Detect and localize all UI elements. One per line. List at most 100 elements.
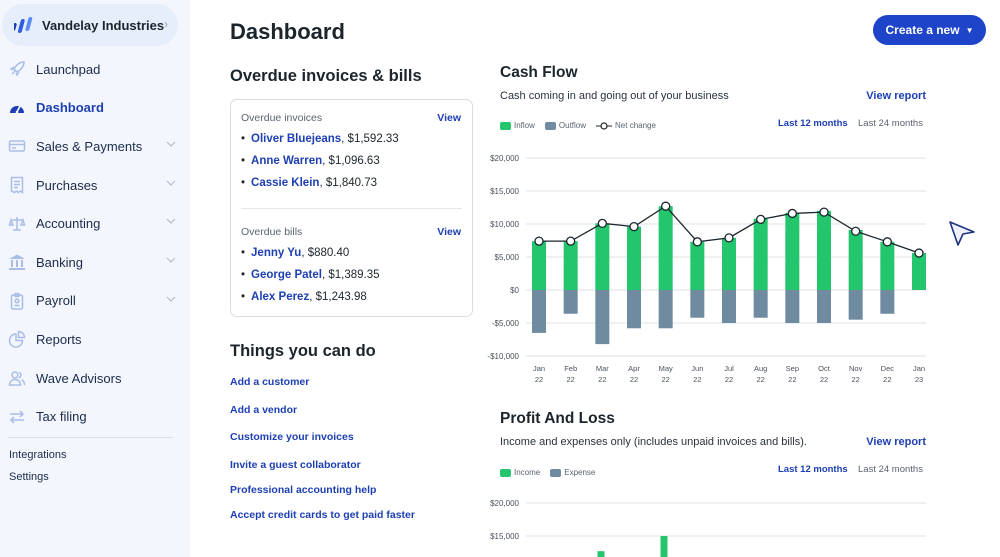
- inflow-bar: [817, 210, 831, 290]
- chevron-down-icon[interactable]: [166, 216, 176, 226]
- mouse-cursor-icon: [949, 221, 975, 246]
- bill-vendor-link[interactable]: Jenny Yu: [251, 247, 301, 259]
- cash-flow-range-12[interactable]: Last 12 months: [778, 118, 848, 129]
- invoice-customer-link[interactable]: Anne Warren: [251, 155, 322, 167]
- outflow-bar: [722, 290, 736, 323]
- sidebar: Vandelay Industries › Launchpad Dashboar…: [0, 0, 190, 557]
- invoice-customer-link[interactable]: Oliver Bluejeans: [251, 133, 341, 145]
- outflow-bar: [817, 290, 831, 323]
- sidebar-item-dashboard[interactable]: Dashboard: [0, 89, 190, 128]
- cash-flow-range-24[interactable]: Last 24 months: [858, 118, 923, 129]
- chevron-down-icon[interactable]: [166, 139, 176, 149]
- inflow-bar: [785, 212, 800, 290]
- outflow-swatch: [544, 121, 556, 130]
- x-tick-label: 22: [851, 375, 859, 384]
- accounting-help-link[interactable]: Professional accounting help: [230, 484, 376, 496]
- inflow-bar: [595, 223, 610, 290]
- inflow-bar: [753, 218, 768, 290]
- outflow-bar: [848, 290, 863, 320]
- bill-amount: , $880.40: [301, 247, 350, 259]
- sidebar-item-reports[interactable]: Reports: [0, 320, 190, 359]
- invoice-amount: , $1,592.33: [341, 133, 399, 145]
- profit-loss-range-24[interactable]: Last 24 months: [858, 464, 923, 475]
- bank-icon: [8, 253, 26, 271]
- outflow-bar: [880, 290, 895, 314]
- bill-vendor-link[interactable]: George Patel: [251, 269, 322, 281]
- net-change-point: [787, 208, 797, 219]
- company-name: Vandelay Industries: [42, 17, 165, 33]
- legend-net-change: Net change: [596, 121, 656, 130]
- chevron-down-icon[interactable]: [166, 255, 176, 265]
- invoice-item: • Anne Warren, $1,096.63: [241, 155, 380, 167]
- create-new-label: Create a new: [885, 23, 960, 37]
- x-tick-label: 23: [915, 375, 923, 384]
- sidebar-item-banking[interactable]: Banking: [0, 243, 190, 282]
- x-tick-label: 22: [661, 375, 669, 384]
- sidebar-item-launchpad[interactable]: Launchpad: [0, 50, 190, 89]
- inflow-swatch: [500, 121, 511, 130]
- net-change-point: [819, 207, 829, 217]
- inflow-bar: [690, 241, 705, 290]
- x-tick-label: Oct: [818, 364, 831, 373]
- create-new-button[interactable]: Create a new ▼: [873, 15, 986, 45]
- x-tick-label: 22: [693, 375, 701, 384]
- profit-loss-range-12[interactable]: Last 12 months: [778, 464, 848, 475]
- profit-loss-view-report[interactable]: View report: [866, 436, 926, 448]
- inflow-bar: [627, 226, 641, 290]
- invoice-item: • Cassie Klein, $1,840.73: [241, 177, 377, 189]
- net-change-point: [629, 221, 639, 232]
- y-tick-label: $15,000: [490, 532, 519, 541]
- scale-icon: [8, 215, 26, 233]
- bullet: •: [241, 133, 246, 145]
- page-title: Dashboard: [230, 19, 345, 44]
- outflow-bar: [532, 290, 546, 333]
- income-bar: [597, 551, 605, 557]
- y-tick-label: $20,000: [490, 499, 519, 508]
- bullet: •: [241, 291, 246, 303]
- card-divider: [241, 208, 462, 209]
- overdue-title: Overdue invoices & bills: [230, 67, 422, 85]
- sidebar-item-tax-filing[interactable]: Tax filing: [0, 397, 190, 436]
- customize-invoices-link[interactable]: Customize your invoices: [230, 431, 354, 443]
- net-change-point: [851, 226, 861, 236]
- sidebar-link-settings[interactable]: Settings: [9, 471, 49, 483]
- x-tick-label: 22: [566, 375, 574, 384]
- net-change-point: [724, 233, 734, 243]
- x-tick-label: 22: [598, 375, 606, 384]
- bill-vendor-link[interactable]: Alex Perez: [251, 291, 309, 303]
- x-tick-label: Apr: [628, 364, 640, 373]
- sidebar-item-payroll[interactable]: Payroll: [0, 282, 190, 321]
- cash-flow-view-report[interactable]: View report: [866, 90, 926, 102]
- chevron-down-icon[interactable]: [166, 178, 176, 188]
- net-change-point: [692, 237, 702, 247]
- y-tick-label: $0: [510, 286, 519, 295]
- accept-credit-cards-link[interactable]: Accept credit cards to get paid faster: [230, 509, 415, 521]
- net-change-point: [566, 236, 576, 246]
- x-tick-label: Nov: [849, 364, 863, 373]
- sidebar-item-wave-advisors[interactable]: Wave Advisors: [0, 359, 190, 398]
- outflow-bar: [690, 290, 705, 318]
- add-customer-link[interactable]: Add a customer: [230, 376, 309, 388]
- sidebar-item-accounting[interactable]: Accounting: [0, 204, 190, 243]
- invoice-amount: , $1,840.73: [319, 177, 377, 189]
- invite-collaborator-link[interactable]: Invite a guest collaborator: [230, 459, 361, 471]
- company-switcher[interactable]: Vandelay Industries ›: [2, 4, 178, 46]
- things-title: Things you can do: [230, 342, 376, 360]
- add-vendor-link[interactable]: Add a vendor: [230, 404, 297, 416]
- cash-flow-title: Cash Flow: [500, 64, 578, 81]
- chevron-down-icon[interactable]: [166, 294, 176, 304]
- invoice-customer-link[interactable]: Cassie Klein: [251, 177, 319, 189]
- outflow-bar: [753, 290, 768, 318]
- y-tick-label: -$5,000: [492, 319, 520, 328]
- view-bills-link[interactable]: View: [437, 226, 461, 238]
- outflow-bar: [627, 290, 641, 329]
- sidebar-item-purchases[interactable]: Purchases: [0, 166, 190, 205]
- x-tick-label: 22: [788, 375, 796, 384]
- outflow-bar: [563, 290, 578, 314]
- sidebar-link-integrations[interactable]: Integrations: [9, 449, 66, 461]
- view-invoices-link[interactable]: View: [437, 112, 461, 124]
- bill-amount: , $1,389.35: [321, 269, 380, 281]
- income-bar: [660, 536, 668, 557]
- cash-flow-subtitle: Cash coming in and going out of your bus…: [500, 90, 729, 102]
- sidebar-item-sales-payments[interactable]: Sales & Payments: [0, 127, 190, 166]
